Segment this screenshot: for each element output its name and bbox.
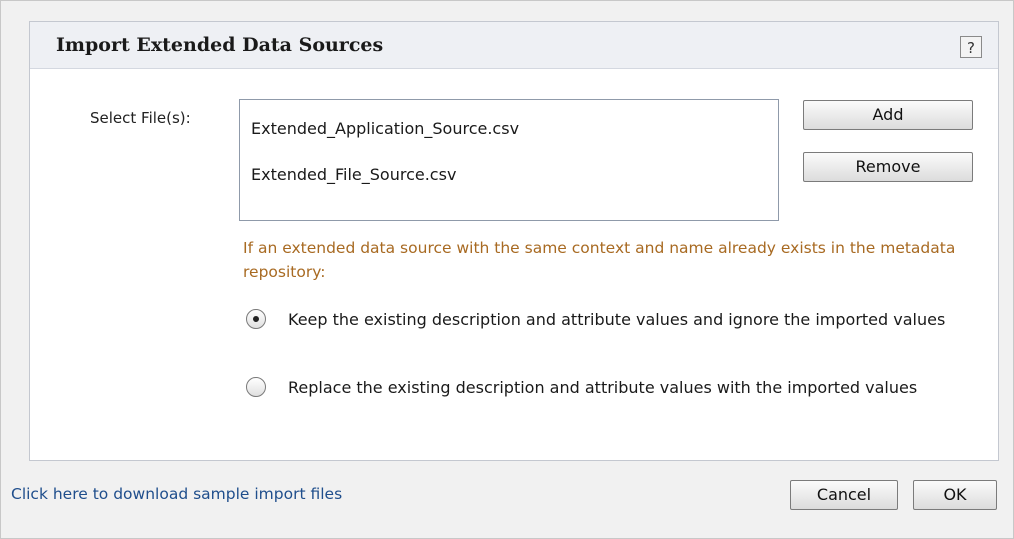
dialog-title: Import Extended Data Sources	[56, 34, 384, 56]
dialog-panel: Import Extended Data Sources ? Select Fi…	[29, 21, 999, 461]
file-list[interactable]: Extended_Application_Source.csv Extended…	[239, 99, 779, 221]
add-button[interactable]: Add	[803, 100, 973, 130]
select-files-label: Select File(s):	[90, 109, 191, 127]
cancel-button[interactable]: Cancel	[790, 480, 898, 510]
ok-button[interactable]: OK	[913, 480, 997, 510]
download-sample-link[interactable]: Click here to download sample import fil…	[11, 485, 342, 503]
radio-keep-existing[interactable]	[246, 309, 266, 329]
radio-selected-dot	[253, 316, 259, 322]
option-replace-existing-label: Replace the existing description and att…	[288, 378, 918, 397]
file-list-item[interactable]: Extended_File_Source.csv	[251, 165, 456, 184]
help-button[interactable]: ?	[960, 36, 982, 58]
conflict-notice: If an extended data source with the same…	[243, 239, 956, 281]
import-dialog: Import Extended Data Sources ? Select Fi…	[0, 0, 1014, 539]
file-list-item[interactable]: Extended_Application_Source.csv	[251, 119, 519, 138]
option-keep-existing-label: Keep the existing description and attrib…	[288, 310, 946, 329]
remove-button[interactable]: Remove	[803, 152, 973, 182]
dialog-header: Import Extended Data Sources ?	[30, 22, 998, 69]
radio-replace-existing[interactable]	[246, 377, 266, 397]
